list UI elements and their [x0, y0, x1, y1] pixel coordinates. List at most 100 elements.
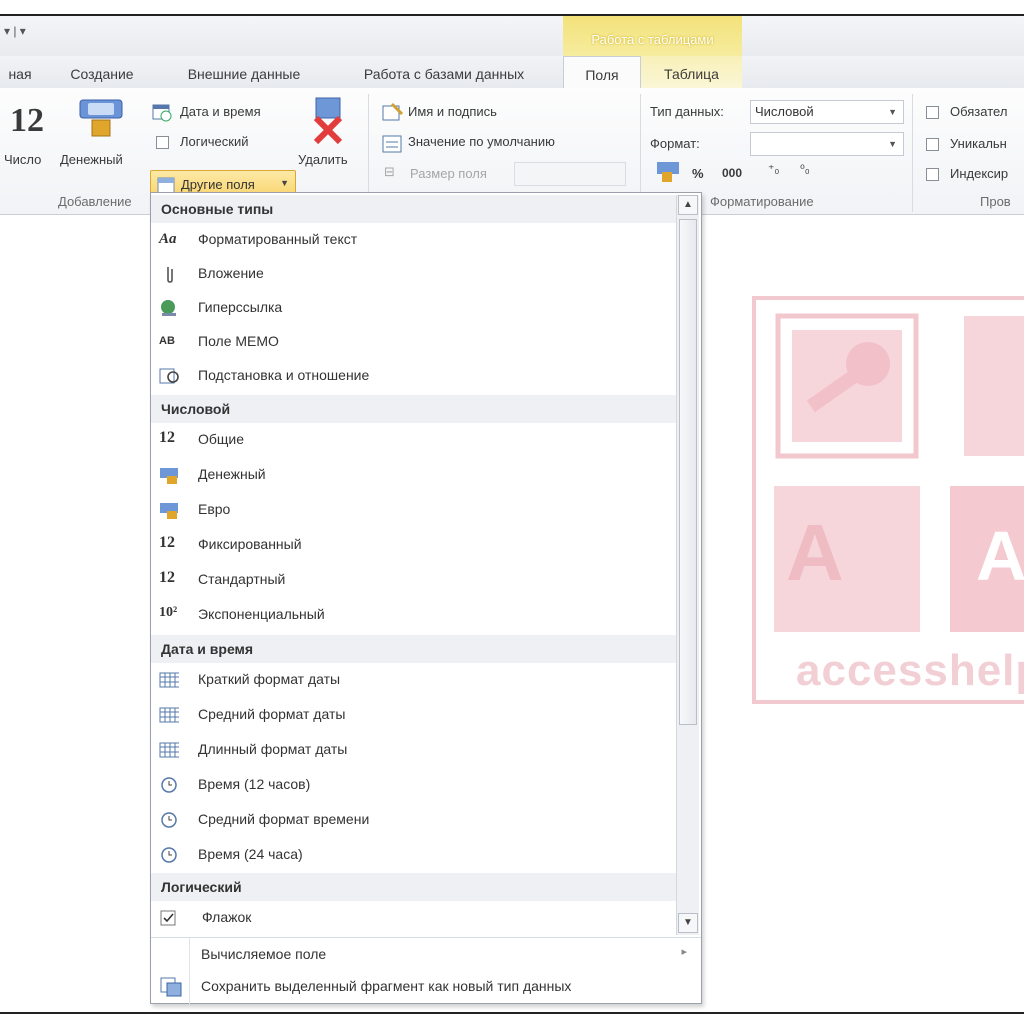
currency-icon: [160, 468, 178, 484]
calendar-icon: [159, 742, 179, 758]
menu-item-scientific[interactable]: 10² Экспоненциальный: [151, 598, 677, 632]
menu-item-label: Вложение: [198, 265, 264, 281]
svg-text:A: A: [786, 508, 844, 597]
currency-button[interactable]: Денежный: [60, 152, 123, 167]
unique-checkbox[interactable]: [926, 138, 939, 151]
unique-label: Уникальн: [950, 136, 1007, 151]
menu-section-header: Числовой: [151, 395, 677, 423]
default-value-button[interactable]: Значение по умолчанию: [408, 134, 555, 149]
menu-item-standard[interactable]: 12 Стандартный: [151, 563, 677, 597]
menu-item-lookup[interactable]: Подстановка и отношение: [151, 359, 677, 393]
attachment-icon: [167, 267, 173, 283]
exponent-icon: 10²: [159, 605, 178, 620]
date-time-button[interactable]: Дата и время: [180, 104, 261, 119]
chevron-down-icon: ▼: [888, 107, 897, 117]
watermark-text: accesshelp: [796, 646, 1024, 695]
tab-database-tools[interactable]: Работа с базами данных: [336, 56, 552, 88]
menu-item-short-date[interactable]: Краткий формат даты: [151, 663, 677, 697]
menu-item-time-24[interactable]: Время (24 часа): [151, 838, 677, 872]
title-bar: ▾ | ▾ Работа с таблицами: [0, 16, 1024, 56]
quick-access-toolbar[interactable]: ▾ | ▾: [4, 24, 26, 38]
number-icon: 12: [159, 534, 175, 551]
format-label: Формат:: [650, 136, 700, 151]
menu-item-medium-time[interactable]: Средний формат времени: [151, 803, 677, 837]
context-group-table-tools: Работа с таблицами: [563, 16, 742, 56]
clock-icon: [161, 847, 177, 863]
tab-fields[interactable]: Поля: [563, 56, 641, 89]
menu-item-label: Денежный: [198, 466, 266, 482]
menu-item-memo[interactable]: AB Поле МЕМО: [151, 325, 677, 359]
thousands-format-button[interactable]: 000: [722, 166, 742, 180]
data-type-label: Тип данных:: [650, 104, 724, 119]
formatted-text-icon: Aa: [159, 231, 177, 247]
submenu-arrow-icon: ▸: [681, 946, 687, 958]
group-label-add-delete: Добавление: [58, 194, 132, 209]
required-checkbox[interactable]: [926, 106, 939, 119]
other-fields-label: Другие поля: [181, 177, 255, 192]
scroll-thumb[interactable]: [679, 219, 697, 725]
chevron-down-icon: ▼: [280, 178, 289, 188]
currency-icon[interactable]: [78, 98, 126, 140]
menu-item-checkbox[interactable]: Флажок: [151, 901, 677, 935]
menu-item-label: Экспоненциальный: [198, 606, 325, 622]
indexed-checkbox[interactable]: [926, 168, 939, 181]
scroll-down-button[interactable]: ▼: [678, 913, 698, 933]
menu-item-save-selection[interactable]: Сохранить выделенный фрагмент как новый …: [151, 970, 701, 1002]
menu-item-medium-date[interactable]: Средний формат даты: [151, 698, 677, 732]
logical-button[interactable]: Логический: [180, 134, 248, 149]
menu-item-general-number[interactable]: 12 Общие: [151, 423, 677, 457]
menu-bottom-actions: Вычисляемое поле ▸ Сохранить выделенный …: [151, 937, 701, 1004]
number-button[interactable]: Число: [4, 152, 41, 167]
data-type-value: Числовой: [755, 104, 814, 119]
tab-external-data[interactable]: Внешние данные: [164, 56, 324, 88]
field-size-input[interactable]: [514, 162, 626, 186]
menu-item-time-12[interactable]: Время (12 часов): [151, 768, 677, 802]
indexed-label: Индексир: [950, 166, 1009, 181]
number-icon: 12: [159, 569, 175, 586]
scroll-up-button[interactable]: ▲: [678, 195, 698, 215]
save-as-type-icon: [160, 977, 182, 997]
hyperlink-icon: [161, 300, 176, 316]
delete-field-icon[interactable]: [308, 96, 348, 144]
currency-format-icon[interactable]: [656, 160, 682, 184]
group-separator: [912, 94, 913, 212]
tab-table[interactable]: Таблица: [641, 56, 742, 88]
number-icon[interactable]: 12: [10, 102, 44, 140]
menu-item-label: Краткий формат даты: [198, 671, 341, 687]
default-value-icon: [382, 135, 402, 153]
tab-create[interactable]: Создание: [52, 56, 152, 88]
decrease-decimals-icon[interactable]: ⁰₀: [800, 162, 810, 176]
number-icon: 12: [159, 429, 175, 446]
menu-item-fixed[interactable]: 12 Фиксированный: [151, 528, 677, 562]
tab-home[interactable]: ная: [0, 56, 40, 88]
menu-item-currency[interactable]: Денежный: [151, 458, 677, 492]
data-type-select[interactable]: Числовой ▼: [750, 100, 904, 124]
format-select[interactable]: ▼: [750, 132, 904, 156]
menu-item-label: Фиксированный: [198, 536, 302, 552]
menu-item-label: Средний формат даты: [198, 706, 346, 722]
percent-format-button[interactable]: %: [692, 166, 704, 181]
menu-item-label: Вычисляемое поле: [201, 946, 327, 962]
watermark-logo: A A: [752, 296, 1024, 704]
name-caption-button[interactable]: Имя и подпись: [408, 104, 497, 119]
menu-item-euro[interactable]: Евро: [151, 493, 677, 527]
access-logo-icon: A A: [774, 313, 1024, 632]
menu-item-long-date[interactable]: Длинный формат даты: [151, 733, 677, 767]
lookup-icon: [159, 368, 179, 384]
clock-icon: [161, 777, 177, 793]
increase-decimals-icon[interactable]: ⁺₀: [768, 162, 779, 176]
menu-item-formatted-text[interactable]: Aa Форматированный текст: [151, 223, 677, 257]
menu-item-attachment[interactable]: Вложение: [151, 257, 677, 291]
menu-item-label: Общие: [198, 431, 245, 447]
menu-item-calculated-field[interactable]: Вычисляемое поле ▸: [151, 938, 701, 970]
menu-item-label: Длинный формат даты: [198, 741, 348, 757]
menu-scrollbar[interactable]: ▲ ▼: [676, 195, 699, 935]
menu-item-label: Поле МЕМО: [198, 333, 279, 349]
menu-list: Основные типы Aa Форматированный текст В…: [151, 193, 677, 937]
menu-item-label: Время (12 часов): [198, 776, 311, 792]
delete-button[interactable]: Удалить: [298, 152, 348, 167]
menu-item-hyperlink[interactable]: Гиперссылка: [151, 291, 677, 325]
checkbox-icon: [156, 136, 169, 149]
required-label: Обязател: [950, 104, 1008, 119]
clock-icon: [161, 812, 177, 828]
